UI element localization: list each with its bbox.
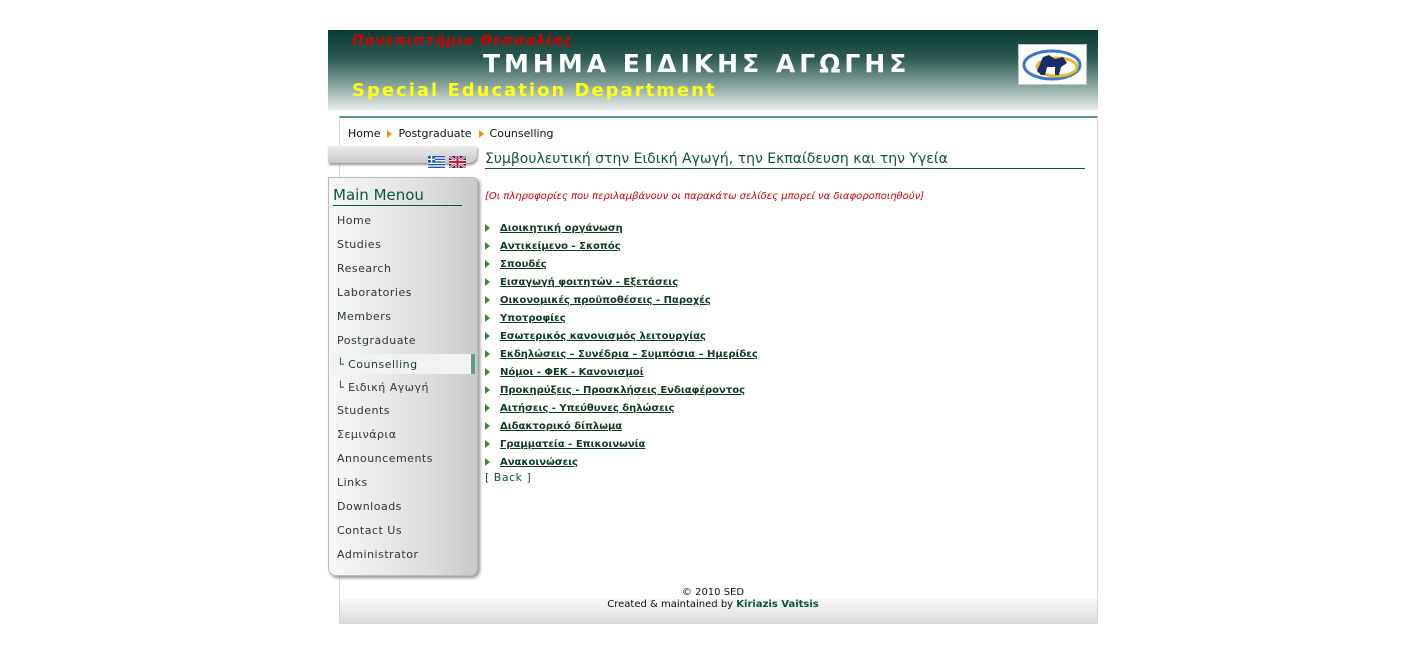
content-link-list: Διοικητική οργάνωση Αντικείμενο - Σκοπός…	[485, 219, 758, 471]
bullet-arrow-icon	[485, 242, 490, 250]
list-item: Γραμματεία - Επικοινωνία	[485, 435, 758, 453]
content-link[interactable]: Αιτήσεις - Υπεύθυνες δηλώσεις	[500, 403, 675, 414]
content-link[interactable]: Διδακτορικό δίπλωμα	[500, 421, 622, 432]
bullet-arrow-icon	[485, 386, 490, 394]
content-link[interactable]: Εισαγωγή φοιτητών - Εξετάσεις	[500, 277, 678, 288]
breadcrumb-counselling: Counselling	[489, 127, 554, 140]
bullet-arrow-icon	[485, 278, 490, 286]
footer-author-link[interactable]: Kiriazis Vaitsis	[736, 599, 818, 610]
main-menu: Main Menou Home Studies Research Laborat…	[328, 177, 478, 576]
department-title-greek: ΤΜΗΜΑ ΕΙΔΙΚΗΣ ΑΓΩΓΗΣ	[483, 49, 911, 78]
content-link[interactable]: Διοικητική οργάνωση	[500, 223, 623, 234]
list-item: Εσωτερικός κανονισμός λειτουργίας	[485, 327, 758, 345]
content-link[interactable]: Ανακοινώσεις	[500, 457, 578, 468]
bullet-arrow-icon	[485, 296, 490, 304]
content-link[interactable]: Εκδηλώσεις – Συνέδρια – Συμπόσια – Ημερί…	[500, 349, 758, 360]
list-item: Εκδηλώσεις – Συνέδρια – Συμπόσια – Ημερί…	[485, 345, 758, 363]
breadcrumb-postgraduate[interactable]: Postgraduate	[398, 127, 471, 140]
content-link[interactable]: Υποτροφίες	[500, 313, 566, 324]
content-link[interactable]: Προκηρύξεις - Προσκλήσεις Ενδιαφέροντος	[500, 385, 745, 396]
list-item: Σπουδές	[485, 255, 758, 273]
menu-item-links[interactable]: Links	[337, 476, 368, 489]
bullet-arrow-icon	[485, 314, 490, 322]
content-link[interactable]: Γραμματεία - Επικοινωνία	[500, 439, 645, 450]
uk-flag-icon[interactable]	[449, 156, 466, 168]
list-item: Διδακτορικό δίπλωμα	[485, 417, 758, 435]
main-menu-title: Main Menou	[333, 186, 462, 206]
menu-item-home[interactable]: Home	[337, 214, 371, 227]
content-link[interactable]: Εσωτερικός κανονισμός λειτουργίας	[500, 331, 706, 342]
breadcrumb-arrow-icon	[387, 129, 393, 138]
notice-text: [Οι πληροφορίες που περιλαμβάνουν οι παρ…	[485, 191, 925, 202]
content-link[interactable]: Νόμοι - ΦΕΚ - Κανονισμοί	[500, 367, 644, 378]
bullet-arrow-icon	[485, 458, 490, 466]
list-item: Νόμοι - ΦΕΚ - Κανονισμοί	[485, 363, 758, 381]
menu-item-administrator[interactable]: Administrator	[337, 548, 419, 561]
bullet-arrow-icon	[485, 404, 490, 412]
list-item: Υποτροφίες	[485, 309, 758, 327]
menu-item-announcements[interactable]: Announcements	[337, 452, 433, 465]
menu-item-students[interactable]: Students	[337, 404, 390, 417]
greek-flag-icon[interactable]	[428, 156, 445, 168]
menu-item-studies[interactable]: Studies	[337, 238, 381, 251]
menu-item-counselling[interactable]: └ Counselling	[337, 358, 418, 371]
university-name: Πανεπιστήμιο Θεσσαλίας	[352, 33, 573, 49]
department-title-english: Special Education Department	[352, 80, 717, 101]
bullet-arrow-icon	[485, 440, 490, 448]
page-title: Συμβουλευτική στην Ειδική Αγωγή, την Εκπ…	[485, 151, 1085, 169]
bullet-arrow-icon	[485, 332, 490, 340]
list-item: Ανακοινώσεις	[485, 453, 758, 471]
list-item: Προκηρύξεις - Προσκλήσεις Ενδιαφέροντος	[485, 381, 758, 399]
menu-item-members[interactable]: Members	[337, 310, 391, 323]
menu-item-postgraduate[interactable]: Postgraduate	[337, 334, 416, 347]
footer-copyright: © 2010 SED	[681, 587, 745, 598]
content-link[interactable]: Οικονομικές προϋποθέσεις - Παροχές	[500, 295, 711, 306]
footer-credits: Created & maintained by Kiriazis Vaitsis	[328, 599, 1098, 610]
menu-item-research[interactable]: Research	[337, 262, 391, 275]
content-link[interactable]: Σπουδές	[500, 259, 547, 270]
header-banner: Πανεπιστήμιο Θεσσαλίας ΤΜΗΜΑ ΕΙΔΙΚΗΣ ΑΓΩ…	[328, 30, 1098, 110]
page: Πανεπιστήμιο Θεσσαλίας ΤΜΗΜΑ ΕΙΔΙΚΗΣ ΑΓΩ…	[328, 30, 1098, 624]
menu-item-contact-us[interactable]: Contact Us	[337, 524, 402, 537]
breadcrumb-arrow-icon	[478, 129, 484, 138]
bullet-arrow-icon	[485, 422, 490, 430]
list-item: Εισαγωγή φοιτητών - Εξετάσεις	[485, 273, 758, 291]
back-link[interactable]: [ Back ]	[485, 471, 531, 484]
menu-item-laboratories[interactable]: Laboratories	[337, 286, 412, 299]
bullet-arrow-icon	[485, 350, 490, 358]
menu-item-special-education[interactable]: └ Ειδική Αγωγή	[337, 381, 429, 394]
bullet-arrow-icon	[485, 260, 490, 268]
menu-item-downloads[interactable]: Downloads	[337, 500, 402, 513]
breadcrumb-home[interactable]: Home	[348, 127, 380, 140]
list-item: Αιτήσεις - Υπεύθυνες δηλώσεις	[485, 399, 758, 417]
menu-item-seminars[interactable]: Σεμινάρια	[337, 428, 396, 441]
list-item: Οικονομικές προϋποθέσεις - Παροχές	[485, 291, 758, 309]
footer-credits-prefix: Created & maintained by	[607, 599, 734, 610]
university-logo[interactable]	[1018, 44, 1087, 85]
breadcrumb: Home Postgraduate Counselling	[348, 127, 554, 140]
content-link[interactable]: Αντικείμενο - Σκοπός	[500, 241, 621, 252]
language-switcher	[428, 156, 466, 168]
bullet-arrow-icon	[485, 368, 490, 376]
list-item: Αντικείμενο - Σκοπός	[485, 237, 758, 255]
list-item: Διοικητική οργάνωση	[485, 219, 758, 237]
bullet-arrow-icon	[485, 224, 490, 232]
